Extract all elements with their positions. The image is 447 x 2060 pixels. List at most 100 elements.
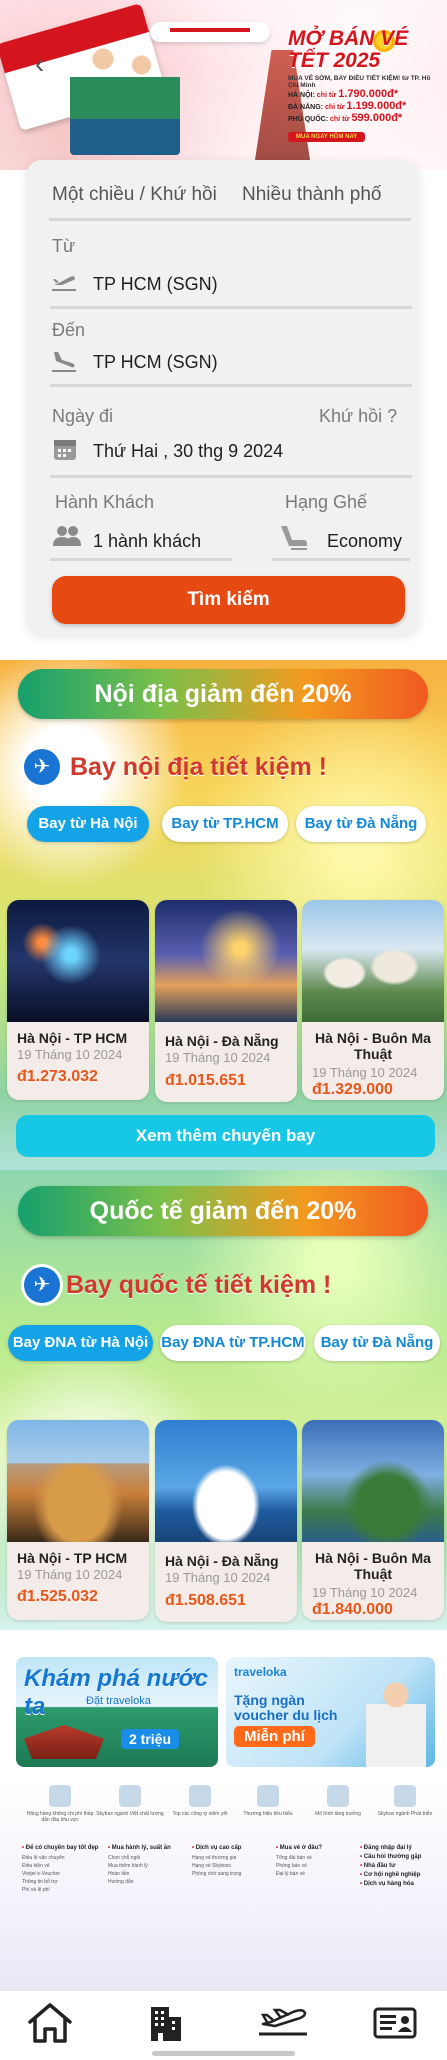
award-icon [394,1785,416,1807]
from-field[interactable]: TP HCM (SGN) [93,274,218,295]
deal-route: Hà Nội - Buôn Ma Thuật [315,1030,431,1062]
date-label: Ngày đi [52,406,114,426]
flight-deal-card[interactable]: Hà Nội - Đà Nẵng 19 Tháng 10 2024 đ1.508… [155,1420,297,1622]
airplane-icon: ✈ [24,1267,60,1303]
passenger-label: Hành Khách [55,492,155,512]
tab-multi-city[interactable]: Nhiều thành phố [242,184,381,206]
footer-column: Dịch vụ cao cấp Hạng vé thương gia Hạng … [192,1845,282,1878]
deal-price: đ1.508.651 [165,1592,246,1609]
airplane-illustration [150,22,270,42]
deal-date: 19 Tháng 10 2024 [17,1047,123,1062]
award-item: Skytrax ngành Phát triển [370,1785,440,1817]
from-label: Từ [52,236,76,256]
ad-amount: 2 triệu [121,1729,180,1749]
domestic-discount-banner[interactable]: Nội địa giảm đến 20% [18,669,428,719]
seat-class-label: Hạng Ghế [285,492,368,512]
to-field[interactable]: TP HCM (SGN) [93,352,218,373]
deal-price: đ1.840.000 [312,1601,393,1618]
domestic-title: ✈ Bay nội địa tiết kiệm ! [24,747,327,787]
filter-intl-from-danang[interactable]: Bay từ Đà Nẵng [314,1325,440,1361]
award-icon [119,1785,141,1807]
tab-one-way-round-trip[interactable]: Một chiều / Khứ hồi [52,184,217,206]
filter-intl-from-hanoi[interactable]: Bay ĐNA từ Hà Nội [8,1325,153,1361]
hero-promo: MỞ BÁN VÉ TẾT 2025 MUA VÉ SỚM, BAY ĐIỀU … [288,28,438,143]
filter-domestic-from-danang[interactable]: Bay từ Đà Nẵng [296,806,426,842]
deal-image-sydney [155,1420,297,1542]
flight-deal-card[interactable]: Hà Nội - Đà Nẵng 19 Tháng 10 2024 đ1.015… [155,900,297,1102]
deal-route: Hà Nội - Đà Nẵng [165,1553,279,1569]
promo-title: MỞ BÁN VÉ TẾT 2025 [288,27,409,72]
deal-price: đ1.273.032 [17,1068,98,1085]
ad-banner-explore[interactable]: Khám phá nước ta Đặt traveloka 2 triệu [16,1657,218,1767]
home-indicator [152,2051,295,2056]
temple-illustration [24,1725,104,1759]
award-icon [189,1785,211,1807]
flight-deal-card[interactable]: Hà Nội - Buôn Ma Thuật 19 Tháng 10 2024 … [302,900,444,1100]
more-flights-button[interactable]: Xem thêm chuyến bay [16,1115,435,1157]
hero-banner[interactable]: ‹ MỞ BÁN VÉ TẾT 2025 MUA VÉ SỚM, BAY ĐIỀ… [0,0,447,170]
international-discount-banner[interactable]: Quốc tế giảm đến 20% [18,1186,428,1236]
home-icon[interactable] [20,2000,80,2046]
chevron-left-icon[interactable]: ‹ [35,48,44,80]
ad-subtitle: Đặt traveloka [86,1695,151,1707]
id-card-icon[interactable] [365,2000,425,2046]
flight-deal-card[interactable]: Hà Nội - TP HCM 19 Tháng 10 2024 đ1.273.… [7,900,149,1100]
seat-icon [277,522,307,550]
deal-date: 19 Tháng 10 2024 [17,1567,123,1582]
from-underline [50,306,412,309]
deal-date: 19 Tháng 10 2024 [165,1570,271,1585]
passengers-icon [52,524,81,550]
filter-intl-from-hcm[interactable]: Bay ĐNA từ TP.HCM [160,1325,306,1361]
award-item: Top các công ty niêm yết [165,1785,235,1817]
award-icon [327,1785,349,1807]
award-item: Mô hình tăng trưởng [303,1785,373,1817]
deal-image-hanoi-hcm [7,900,149,1022]
deal-image-hanoi-danang [155,900,297,1022]
building-icon[interactable] [135,2000,195,2046]
deal-date: 19 Tháng 10 2024 [165,1050,271,1065]
filter-domestic-from-hanoi[interactable]: Bay từ Hà Nội [27,806,149,842]
to-underline [50,384,412,387]
flight-deal-card[interactable]: Hà Nội - TP HCM 19 Tháng 10 2024 đ1.525.… [7,1420,149,1620]
airplane-icon: ✈ [24,749,60,785]
airplane-takeoff-icon [50,271,76,297]
footer-column: Để có chuyến bay tốt đẹp Điều lệ vận chu… [22,1845,112,1894]
deal-route: Hà Nội - Buôn Ma Thuật [315,1550,431,1582]
departure-date-field[interactable]: Thứ Hai , 30 thg 9 2024 [93,441,283,462]
deal-route: Hà Nội - TP HCM [17,1030,128,1046]
airplane-icon[interactable] [253,2000,313,2046]
ad-title: Tặng ngàn voucher du lịch [234,1692,338,1723]
person-illustration [366,1677,426,1767]
deal-route: Hà Nội - TP HCM [17,1550,128,1566]
search-flights-button[interactable]: Tìm kiếm [52,576,405,624]
award-item: Hãng hàng không chi phí thấp dẫn đầu khu… [25,1785,95,1823]
deal-image-hanoi-buonmathuot [302,900,444,1022]
to-label: Đến [52,320,86,340]
footer-column: Đăng nhập đại lý Câu hỏi thường gặp Nhà … [360,1845,440,1890]
footer-column: Mua hành lý, suất ăn Chọn chỗ ngồi Mua t… [108,1845,198,1886]
passenger-field[interactable]: 1 hành khách [93,531,201,552]
tab-divider [49,218,411,221]
seat-class-underline [272,558,410,561]
airplane-landing-icon [50,348,76,374]
filter-domestic-from-hcm[interactable]: Bay từ TP.HCM [162,806,288,842]
flight-deal-card[interactable]: Hà Nội - Buôn Ma Thuật 19 Tháng 10 2024 … [302,1420,444,1620]
promo-cta-button[interactable]: MUA NGAY HÔM NAY [288,132,366,142]
traveloka-logo: traveloka [234,1665,287,1679]
ad-banner-voucher[interactable]: traveloka Tặng ngàn voucher du lịch Miễn… [226,1657,435,1767]
award-icon [257,1785,279,1807]
flight-search-card [26,160,419,635]
promo-route: PHÚ QUỐC: chỉ từ 599.000đ* [288,112,403,124]
seat-class-field[interactable]: Economy [327,531,402,552]
deal-date: 19 Tháng 10 2024 [312,1065,418,1080]
ad-free-badge: Miễn phí [234,1726,315,1747]
deal-route: Hà Nội - Đà Nẵng [165,1033,279,1049]
deal-image-rio [302,1420,444,1542]
award-item: Skytrax ngành Việt chất lượng [95,1785,165,1817]
international-title: ✈ Bay quốc tế tiết kiệm ! [24,1265,331,1305]
deal-price: đ1.525.032 [17,1588,98,1605]
family-illustration [70,35,180,155]
international-deals-section: Quốc tế giảm đến 20% ✈ Bay quốc tế tiết … [0,1170,447,1630]
award-icon [49,1785,71,1807]
return-toggle[interactable]: Khứ hồi ? [319,406,397,427]
